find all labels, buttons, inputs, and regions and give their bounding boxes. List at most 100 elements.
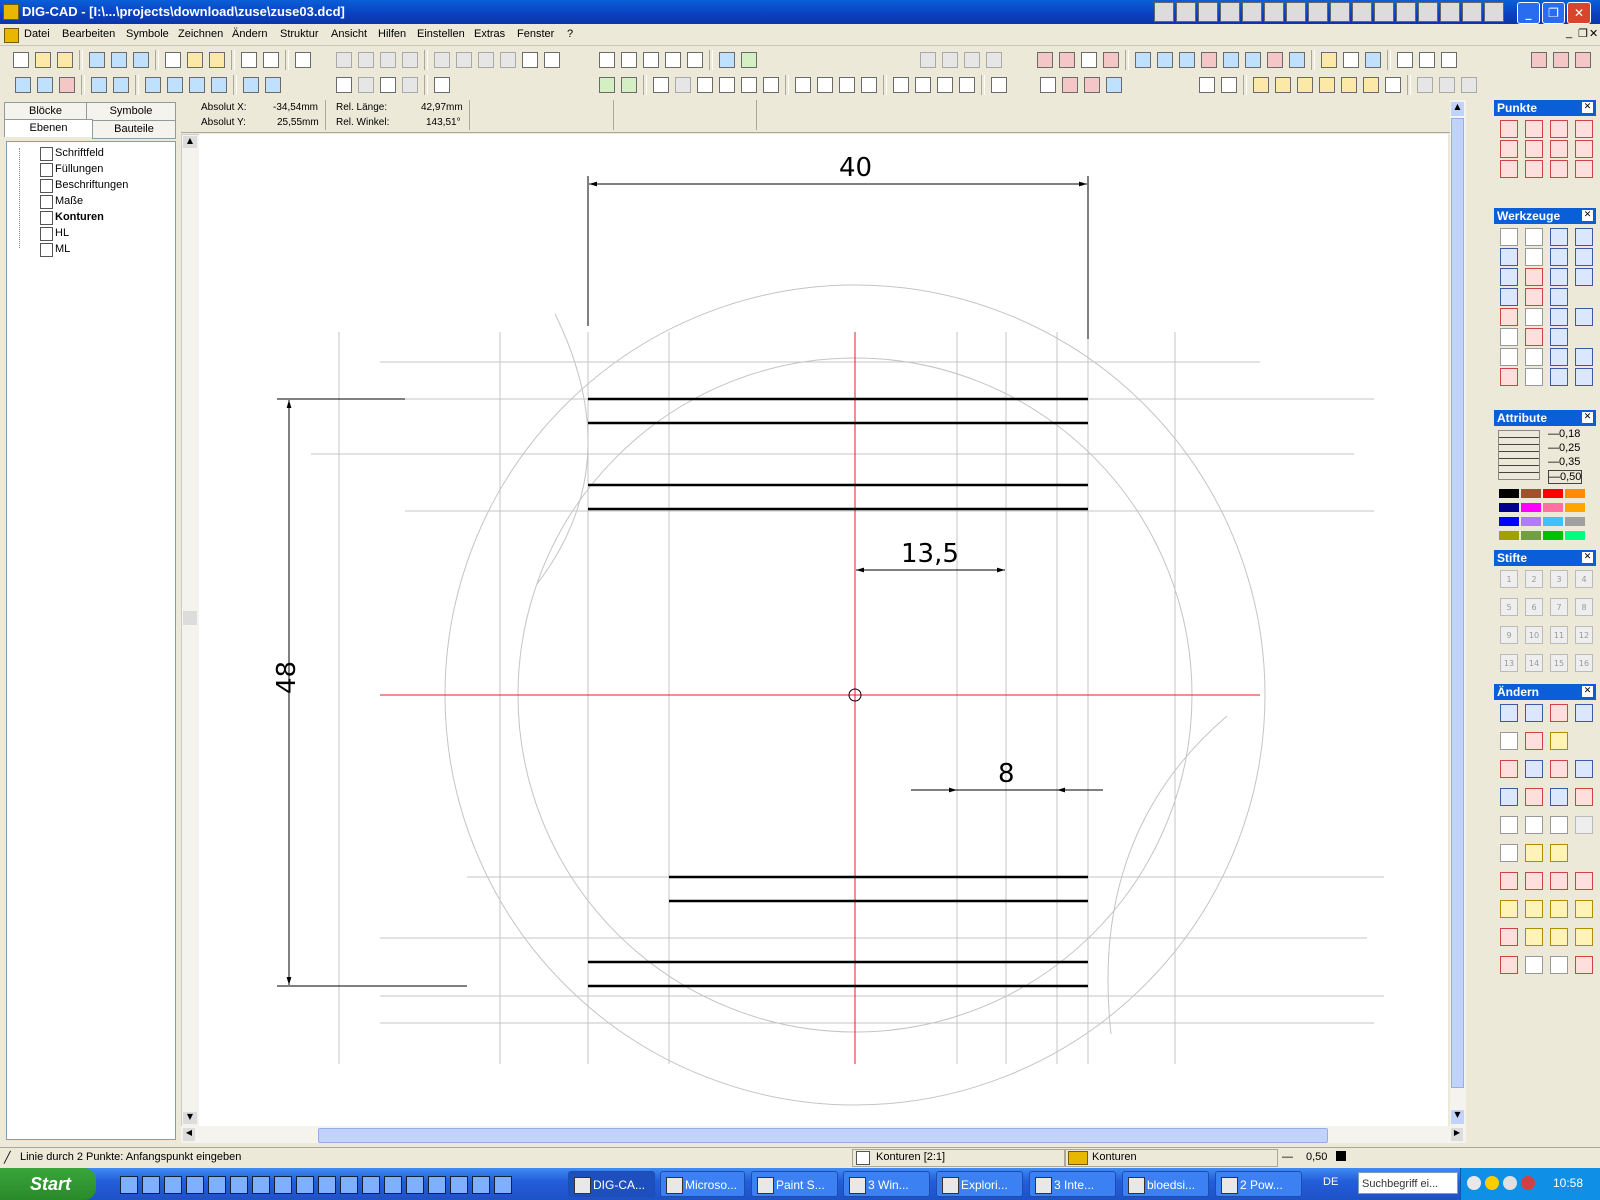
quicklaunch-icon[interactable] bbox=[428, 1176, 446, 1194]
confirm-icon[interactable] bbox=[500, 52, 516, 68]
tray-icon[interactable] bbox=[1220, 2, 1240, 22]
window-icon[interactable] bbox=[1441, 52, 1457, 68]
zoom-icon[interactable] bbox=[915, 77, 931, 93]
menu-ansicht[interactable]: Ansicht bbox=[331, 28, 367, 40]
dimension-tool-icon[interactable] bbox=[1525, 268, 1543, 286]
point-tool-icon[interactable] bbox=[1525, 160, 1543, 178]
point-tool-icon[interactable] bbox=[1575, 160, 1593, 178]
attr-icon[interactable] bbox=[1106, 77, 1122, 93]
zoom-icon[interactable] bbox=[893, 77, 909, 93]
color-swatch[interactable] bbox=[1565, 489, 1585, 498]
block-icon[interactable] bbox=[1253, 77, 1269, 93]
zoom-icon[interactable] bbox=[861, 77, 877, 93]
menu-bearbeiten[interactable]: Bearbeiten bbox=[62, 28, 115, 40]
maximize-button[interactable]: ❐ bbox=[1542, 2, 1565, 24]
import-icon[interactable] bbox=[187, 52, 203, 68]
line-tool-icon[interactable] bbox=[1550, 368, 1568, 386]
tray-icon[interactable] bbox=[1242, 2, 1262, 22]
task-explorer[interactable]: Explori... bbox=[936, 1171, 1023, 1197]
grid-icon[interactable] bbox=[643, 52, 659, 68]
modify-tool-icon[interactable] bbox=[1550, 788, 1568, 806]
struct-icon[interactable] bbox=[113, 77, 129, 93]
polyline-icon[interactable] bbox=[1500, 268, 1518, 286]
quicklaunch-icon[interactable] bbox=[406, 1176, 424, 1194]
redo-icon[interactable] bbox=[456, 52, 472, 68]
scroll-up-icon[interactable]: ▲ bbox=[1451, 102, 1464, 116]
pen-button[interactable]: 7 bbox=[1550, 598, 1568, 616]
select-icon[interactable] bbox=[380, 77, 396, 93]
modify-tool-icon[interactable] bbox=[1550, 816, 1568, 834]
block-icon[interactable] bbox=[1319, 77, 1335, 93]
modify-tool-icon[interactable] bbox=[1550, 760, 1568, 778]
pen-button[interactable]: 13 bbox=[1500, 654, 1518, 672]
modify-tool-icon[interactable] bbox=[1550, 732, 1568, 750]
point-tool-icon[interactable] bbox=[1500, 120, 1518, 138]
block-icon[interactable] bbox=[1363, 77, 1379, 93]
struct-icon[interactable] bbox=[265, 77, 281, 93]
palette-close-icon[interactable]: ✕ bbox=[1582, 552, 1593, 563]
quicklaunch-icon[interactable] bbox=[252, 1176, 270, 1194]
modify-tool-icon[interactable] bbox=[1575, 872, 1593, 890]
quicklaunch-icon[interactable] bbox=[472, 1176, 490, 1194]
right-vertical-scrollbar[interactable]: ▲ ▼ bbox=[1450, 100, 1466, 1126]
scroll-down-icon[interactable]: ▼ bbox=[1451, 1110, 1464, 1124]
tray-icon[interactable] bbox=[1418, 2, 1438, 22]
paste-icon[interactable] bbox=[380, 52, 396, 68]
line-width-option[interactable]: —0,35 bbox=[1548, 456, 1580, 468]
menu-aendern[interactable]: Ändern bbox=[232, 28, 267, 40]
cut-icon[interactable] bbox=[336, 52, 352, 68]
tool-icon[interactable] bbox=[1321, 52, 1337, 68]
symbol-icon[interactable] bbox=[1267, 52, 1283, 68]
menu-zeichnen[interactable]: Zeichnen bbox=[178, 28, 223, 40]
line-style-selector[interactable] bbox=[1498, 430, 1540, 480]
line-width-option[interactable]: —0,25 bbox=[1548, 442, 1580, 454]
struct-icon[interactable] bbox=[91, 77, 107, 93]
tab-symbole[interactable]: Symbole bbox=[86, 102, 176, 121]
struct-icon[interactable] bbox=[145, 77, 161, 93]
quicklaunch-icon[interactable] bbox=[208, 1176, 226, 1194]
task-windows[interactable]: 3 Win... bbox=[843, 1171, 930, 1197]
point-tool-icon[interactable] bbox=[1525, 140, 1543, 158]
tray-icon[interactable] bbox=[1308, 2, 1328, 22]
modify-tool-icon[interactable] bbox=[1525, 760, 1543, 778]
print-icon[interactable] bbox=[241, 52, 257, 68]
modify-tool-icon[interactable] bbox=[1525, 816, 1543, 834]
modify-tool-icon[interactable] bbox=[1575, 760, 1593, 778]
quicklaunch-icon[interactable] bbox=[164, 1176, 182, 1194]
ortho-icon[interactable] bbox=[621, 52, 637, 68]
zoom-all-icon[interactable] bbox=[653, 77, 669, 93]
disabled-tool-icon[interactable] bbox=[942, 52, 958, 68]
symbol-icon[interactable] bbox=[1223, 52, 1239, 68]
modify-tool-icon[interactable] bbox=[1500, 956, 1518, 974]
point-tool-icon[interactable] bbox=[1550, 160, 1568, 178]
line-tool-icon[interactable] bbox=[1550, 248, 1568, 266]
quicklaunch-icon[interactable] bbox=[494, 1176, 512, 1194]
export-icon[interactable] bbox=[522, 52, 538, 68]
tray-icon[interactable] bbox=[1374, 2, 1394, 22]
quicklaunch-icon[interactable] bbox=[362, 1176, 380, 1194]
pen-button[interactable]: 11 bbox=[1550, 626, 1568, 644]
modify-tool-icon[interactable] bbox=[1550, 872, 1568, 890]
task-document[interactable]: bloedsi... bbox=[1122, 1171, 1209, 1197]
pen-button[interactable]: 10 bbox=[1525, 626, 1543, 644]
pen-button[interactable]: 8 bbox=[1575, 598, 1593, 616]
scroll-thumb[interactable] bbox=[183, 611, 197, 625]
tool-icon[interactable] bbox=[1365, 52, 1381, 68]
color-swatch[interactable] bbox=[1499, 503, 1519, 512]
tray-icon[interactable] bbox=[1484, 2, 1504, 22]
line-tool-icon[interactable] bbox=[1575, 228, 1593, 246]
plot-icon[interactable] bbox=[741, 52, 757, 68]
save-all-icon[interactable] bbox=[133, 52, 149, 68]
modify-tool-icon[interactable] bbox=[1500, 788, 1518, 806]
tray-icon[interactable] bbox=[1467, 1176, 1481, 1190]
struct-icon[interactable] bbox=[59, 77, 75, 93]
disabled-tool-icon[interactable] bbox=[920, 52, 936, 68]
menu-datei[interactable]: Datei bbox=[24, 28, 50, 40]
palette-close-icon[interactable]: ✕ bbox=[1582, 686, 1593, 697]
window-icon[interactable] bbox=[1397, 52, 1413, 68]
menu-einstellen[interactable]: Einstellen bbox=[417, 28, 465, 40]
edit2-icon[interactable] bbox=[1525, 248, 1543, 266]
modify-tool-icon[interactable] bbox=[1500, 844, 1518, 862]
save-as-icon[interactable] bbox=[111, 52, 127, 68]
dimension-tool-icon[interactable] bbox=[1525, 288, 1543, 306]
